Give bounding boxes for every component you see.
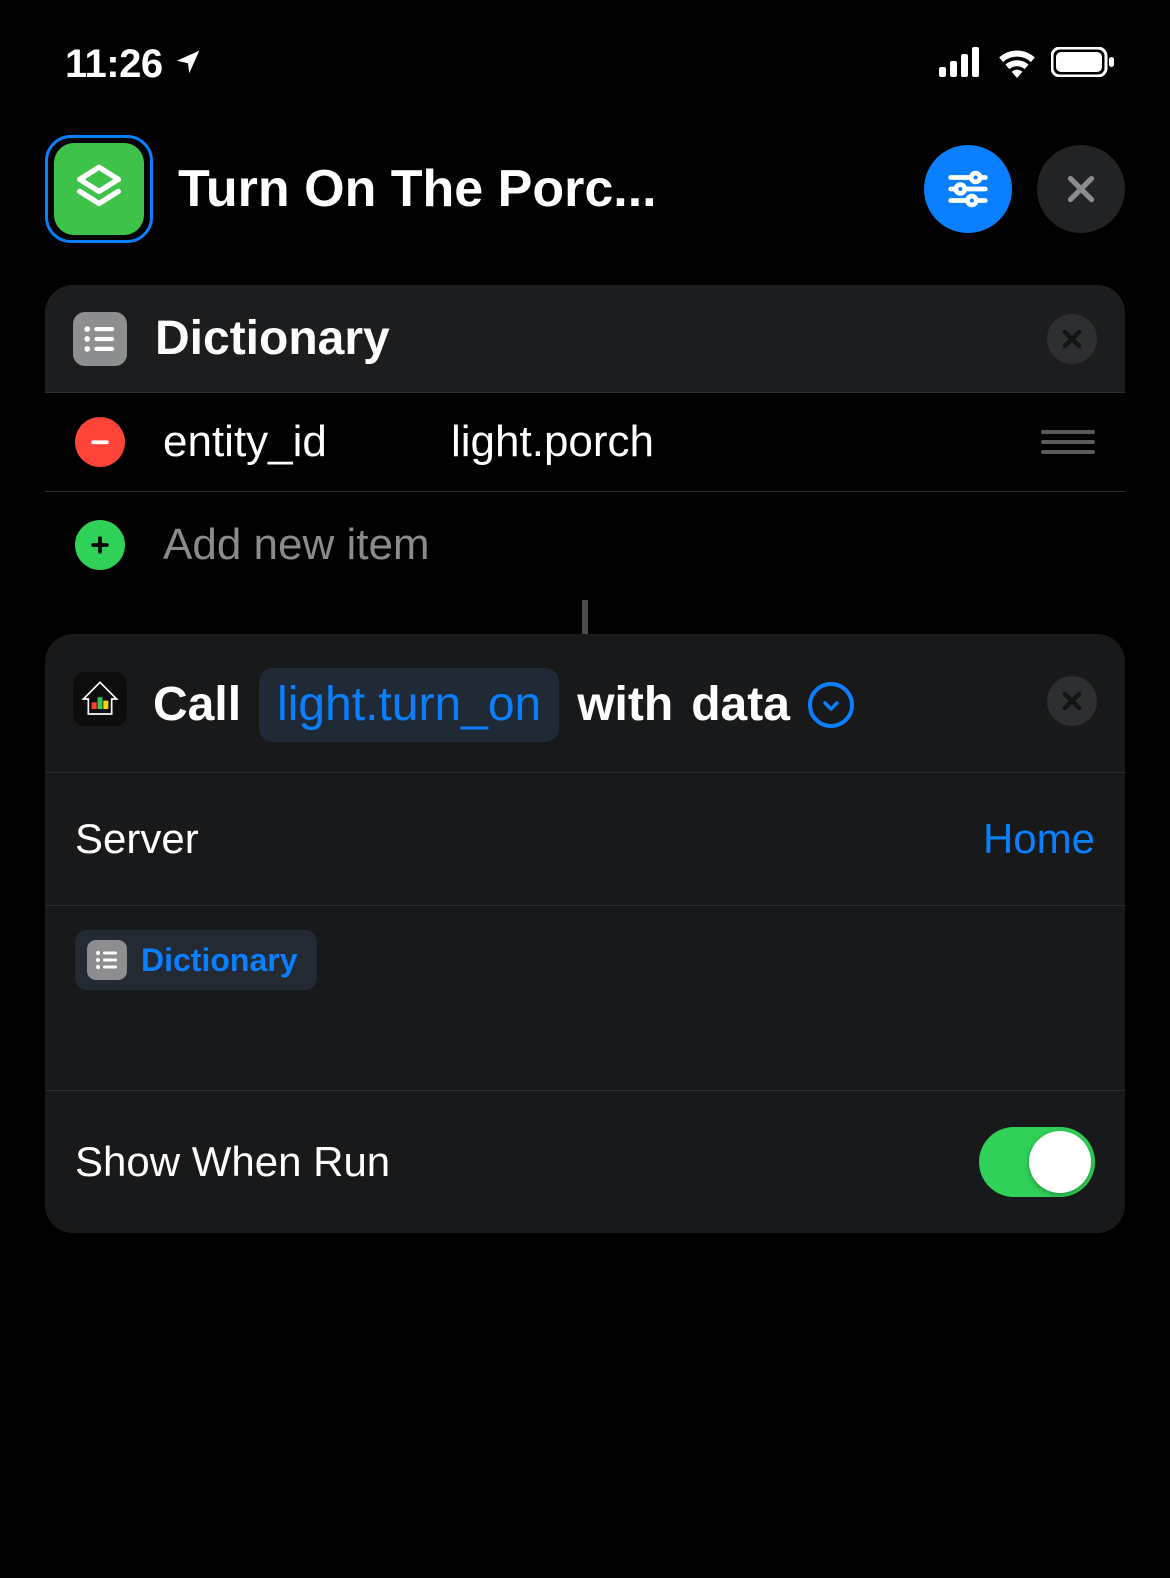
dictionary-action: Dictionary entity_id light.porch: [45, 285, 1125, 600]
action-title: Dictionary: [155, 311, 1019, 366]
service-parameter[interactable]: light.turn_on: [259, 668, 559, 742]
action-header[interactable]: Call light.turn_on with data: [45, 634, 1125, 772]
show-when-run-label: Show When Run: [75, 1138, 390, 1186]
shortcut-title[interactable]: Turn On The Porc...: [178, 159, 899, 219]
list-icon: [73, 312, 127, 366]
cellular-icon: [939, 47, 983, 82]
chip-label: Dictionary: [141, 942, 297, 979]
dictionary-entry[interactable]: entity_id light.porch: [45, 392, 1125, 491]
collapse-button[interactable]: [808, 682, 854, 728]
settings-button[interactable]: [924, 145, 1012, 233]
call-service-action: Call light.turn_on with data Server Hom: [45, 634, 1125, 1233]
status-right: [939, 46, 1115, 83]
entry-value[interactable]: light.porch: [451, 417, 1003, 467]
server-label: Server: [75, 815, 199, 863]
delete-action-button[interactable]: [1047, 314, 1097, 364]
battery-icon: [1051, 47, 1115, 82]
show-when-run-row: Show When Run: [45, 1090, 1125, 1233]
action-header[interactable]: Dictionary: [45, 285, 1125, 392]
entry-key[interactable]: entity_id: [163, 417, 413, 467]
dictionary-variable-chip[interactable]: Dictionary: [75, 930, 317, 990]
status-time: 11:26: [65, 42, 163, 87]
server-value[interactable]: Home: [983, 815, 1095, 863]
with-text: with: [577, 668, 673, 742]
data-text: data: [691, 668, 790, 742]
action-title: Call light.turn_on with data: [153, 668, 1021, 742]
action-connector: [582, 600, 588, 634]
call-prefix: Call: [153, 668, 241, 742]
status-left: 11:26: [65, 42, 203, 87]
close-button[interactable]: [1037, 145, 1125, 233]
delete-action-button[interactable]: [1047, 676, 1097, 726]
add-entry-row[interactable]: Add new item: [45, 491, 1125, 600]
home-assistant-icon: [73, 672, 127, 726]
list-icon: [87, 940, 127, 980]
status-bar: 11:26: [0, 0, 1170, 95]
add-entry-button[interactable]: [75, 520, 125, 570]
shortcut-icon[interactable]: [45, 135, 153, 243]
server-row[interactable]: Server Home: [45, 772, 1125, 905]
remove-entry-button[interactable]: [75, 417, 125, 467]
location-icon: [173, 47, 203, 82]
wifi-icon: [995, 46, 1039, 83]
add-entry-label: Add new item: [163, 520, 430, 570]
editor-header: Turn On The Porc...: [0, 95, 1170, 285]
drag-handle-icon[interactable]: [1041, 430, 1095, 454]
payload-row[interactable]: Dictionary: [45, 905, 1125, 1090]
show-when-run-toggle[interactable]: [979, 1127, 1095, 1197]
